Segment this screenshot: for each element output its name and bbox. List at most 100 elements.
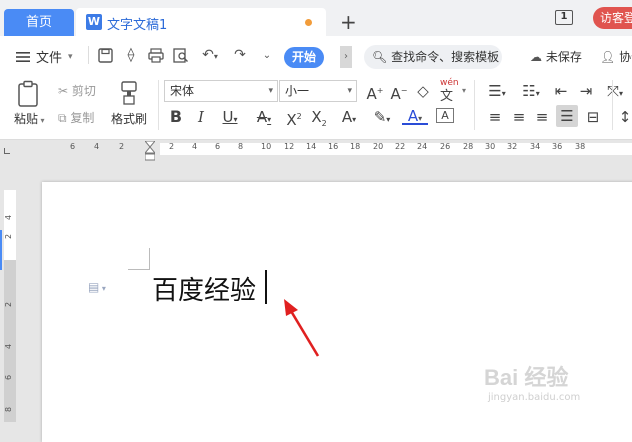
export-pdf-icon[interactable]: ⟠ — [123, 48, 139, 63]
paste-button[interactable]: 粘贴 ▾ — [14, 110, 45, 127]
character-border-icon[interactable]: A — [436, 108, 454, 123]
ruler-tick-label: 14 — [306, 142, 317, 151]
unsaved-dot-icon[interactable] — [305, 19, 312, 26]
collaborate-button[interactable]: 👤︎ 协作 — [600, 48, 632, 65]
bold-icon[interactable]: B — [168, 108, 184, 126]
phonetic-guide-button[interactable]: wén 文 — [440, 78, 459, 104]
save-status-label: 未保存 — [545, 50, 582, 64]
ruler-tick-label: 2 — [169, 142, 175, 151]
customize-toolbar-icon[interactable]: ⌄ — [259, 48, 275, 63]
divider — [474, 80, 475, 130]
vertical-ruler-tick-label: 2 — [4, 301, 14, 308]
cut-button[interactable]: ✂ 剪切 — [58, 82, 96, 99]
italic-icon[interactable]: I — [193, 108, 209, 126]
cloud-save-status[interactable]: ☁ 未保存 — [530, 48, 582, 65]
vertical-ruler-tick-label: 2 — [4, 233, 14, 240]
text-effect-icon[interactable]: A▾ — [336, 108, 362, 129]
highlight-icon[interactable]: ✎▾ — [368, 108, 396, 129]
ruler-tick-label: 4 — [94, 142, 100, 151]
font-name-select[interactable]: 宋体 ▾ — [164, 80, 278, 102]
vertical-ruler-text-area — [4, 190, 16, 260]
clear-format-icon[interactable]: ◇ — [414, 82, 432, 100]
ruler-tick-label: 32 — [507, 142, 518, 151]
ruler-tick-label: 4 — [192, 142, 198, 151]
hamburger-icon — [16, 51, 30, 62]
copy-icon: ⧉ — [58, 111, 71, 125]
document-page[interactable] — [42, 182, 632, 442]
numbered-list-icon[interactable]: ☷▾ — [518, 82, 544, 103]
chevron-down-icon: ▾ — [347, 86, 352, 96]
cut-label: 剪切 — [71, 84, 96, 98]
ruler-tick-label: 6 — [215, 142, 221, 151]
file-menu-button[interactable]: 文件 ▾ — [16, 47, 73, 66]
file-menu-label: 文件 — [36, 51, 63, 66]
search-icon: 🔍︎ — [372, 50, 388, 64]
watermark-url: jingyan.baidu.com — [488, 392, 581, 403]
copy-label: 复制 — [70, 111, 95, 125]
justify-icon: ☰ — [560, 107, 574, 125]
ruler-tick-label: 2 — [119, 142, 125, 151]
new-tab-button[interactable]: + — [340, 10, 357, 34]
scissors-icon: ✂ — [58, 84, 72, 98]
undo-icon[interactable]: ↶▾ — [199, 48, 221, 63]
ruler-tick-label: 16 — [328, 142, 339, 151]
justify-button[interactable]: ☰ — [556, 105, 578, 127]
tab-home[interactable]: 首页 — [4, 9, 74, 36]
cloud-icon: ☁ — [530, 50, 542, 64]
paragraph-handle-icon[interactable]: ▤ ▾ — [88, 280, 106, 294]
increase-font-icon[interactable]: A+ — [366, 82, 384, 103]
left-edge-accent — [0, 230, 2, 270]
ruler-tick-label: 6 — [70, 142, 76, 151]
redo-icon[interactable]: ↷ — [232, 48, 248, 63]
bullet-list-icon[interactable]: ☰▾ — [484, 82, 510, 103]
underline-icon[interactable]: U▾ — [217, 108, 243, 129]
superscript-icon[interactable]: X2 — [284, 108, 304, 129]
command-search-input[interactable]: 🔍︎ 查找命令、搜索模板 — [364, 45, 502, 69]
font-color-icon[interactable]: A▾ — [402, 107, 428, 125]
print-icon[interactable] — [148, 48, 164, 63]
vertical-ruler-tick-label: 8 — [4, 406, 14, 413]
decrease-indent-icon[interactable]: ⇤ — [551, 82, 571, 100]
subscript-icon[interactable]: X2 — [309, 108, 329, 133]
watermark-logo: Bai 经验 — [484, 365, 569, 390]
decrease-font-icon[interactable]: A− — [390, 82, 408, 103]
text-cursor — [265, 270, 267, 304]
ruler-tick-label: 38 — [575, 142, 586, 151]
collaborators-icon: 👤︎ — [600, 50, 616, 64]
tab-stop-selector[interactable] — [4, 148, 10, 154]
increase-indent-icon[interactable]: ⇥ — [576, 82, 596, 100]
chinese-layout-icon[interactable]: ⤧▾ — [602, 82, 628, 103]
tab-document[interactable]: W 文字文稿1 — [76, 8, 326, 36]
chevron-down-icon[interactable]: ▾ — [462, 86, 466, 95]
vertical-ruler-tick-label: 4 — [4, 343, 14, 350]
tab-start[interactable]: 开始 — [284, 47, 324, 68]
align-center-icon[interactable]: ≡ — [510, 108, 528, 126]
format-painter-label[interactable]: 格式刷 — [111, 110, 147, 127]
font-size-select[interactable]: 小一 ▾ — [279, 80, 357, 102]
margin-corner-mark — [128, 248, 150, 270]
line-spacing-icon[interactable]: ↕ — [618, 108, 632, 126]
annotation-arrow-icon — [284, 299, 320, 357]
align-right-icon[interactable]: ≡ — [533, 108, 551, 126]
save-icon[interactable] — [97, 48, 113, 63]
ruler-tick-label: 22 — [395, 142, 406, 151]
paste-icon[interactable] — [16, 80, 42, 108]
strikethrough-icon[interactable]: A▾ — [251, 108, 277, 129]
visitor-login-button[interactable]: 访客登 — [593, 7, 632, 29]
format-painter-icon[interactable] — [118, 80, 140, 106]
copy-button[interactable]: ⧉ 复制 — [58, 109, 94, 126]
ribbon-scroll-button[interactable]: › — [340, 46, 352, 68]
ruler-tick-label: 18 — [350, 142, 361, 151]
print-preview-icon[interactable] — [173, 48, 189, 63]
align-left-icon[interactable]: ≡ — [486, 108, 504, 126]
ruler-tick-label: 26 — [440, 142, 451, 151]
ruler-tick-label: 34 — [530, 142, 541, 151]
indent-marker-icon[interactable] — [143, 140, 157, 161]
distributed-align-icon[interactable]: ⊟ — [583, 108, 603, 126]
window-count-badge[interactable]: 1 — [555, 10, 573, 25]
ruler-tick-label: 20 — [373, 142, 384, 151]
search-placeholder: 查找命令、搜索模板 — [391, 50, 500, 64]
ruler-tick-label: 30 — [485, 142, 496, 151]
ruler-tick-label: 36 — [552, 142, 563, 151]
document-text[interactable]: 百度经验 — [152, 270, 256, 307]
